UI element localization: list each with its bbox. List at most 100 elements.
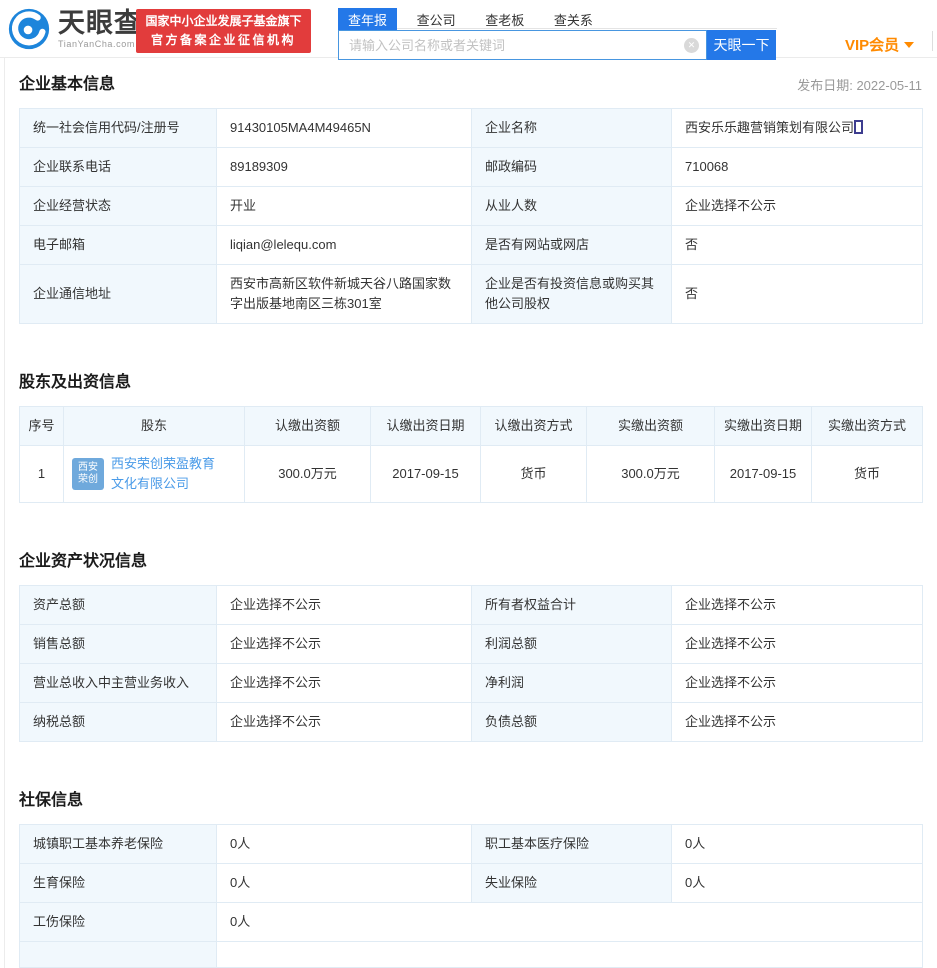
table-row: 生育保险 0人 失业保险 0人 [20,864,923,903]
field-value: 否 [672,265,923,324]
field-value: liqian@lelequ.com [217,226,472,265]
field-value: 企业选择不公示 [217,625,472,664]
publish-date: 发布日期: 2022-05-11 [797,75,922,94]
field-label: 利润总额 [472,625,672,664]
field-label: 是否有网站或网店 [472,226,672,265]
field-value: 企业选择不公示 [217,664,472,703]
tab-relation[interactable]: 查关系 [544,8,603,32]
shareholder-cell: 西安 荣创 西安荣创荣盈教育文化有限公司 [64,446,245,503]
company-name-value: 西安乐乐趣营销策划有限公司 [685,120,854,135]
tianyancha-logo[interactable]: 天眼查 TianYanCha.com [6,6,142,52]
column-header: 实缴出资额 [587,407,715,446]
field-value: 企业选择不公示 [672,703,923,742]
social-insurance-header: 社保信息 [19,786,922,810]
company-avatar: 西安 荣创 [72,458,104,490]
table-row: 工伤保险 0人 [20,903,923,942]
table-row-cutoff [20,942,923,968]
table-row: 纳税总额 企业选择不公示 负债总额 企业选择不公示 [20,703,923,742]
table-header-row: 序号 股东 认缴出资额 认缴出资日期 认缴出资方式 实缴出资额 实缴出资日期 实… [20,407,923,446]
field-value: 开业 [217,187,472,226]
field-label: 净利润 [472,664,672,703]
vip-member-link[interactable]: VIP会员 [845,34,914,55]
avatar-line2: 荣创 [78,474,98,486]
basic-info-header: 企业基本信息 发布日期: 2022-05-11 [19,70,922,94]
badge-line1: 国家中小企业发展子基金旗下 [136,11,311,31]
vip-label: VIP会员 [845,37,899,54]
field-label: 工伤保险 [20,903,217,942]
main-content: 企业基本信息 发布日期: 2022-05-11 统一社会信用代码/注册号 914… [4,58,937,968]
badge-line2: 官方备案企业征信机构 [136,31,311,50]
field-value: 否 [672,226,923,265]
logo-domain: TianYanCha.com [58,40,142,49]
field-value: 0人 [672,864,923,903]
shareholders-table: 序号 股东 认缴出资额 认缴出资日期 认缴出资方式 实缴出资额 实缴出资日期 实… [19,406,923,503]
text-cursor-artifact [854,120,863,134]
field-label: 城镇职工基本养老保险 [20,825,217,864]
tab-boss[interactable]: 查老板 [475,8,534,32]
field-value: 企业选择不公示 [672,664,923,703]
chevron-down-icon [904,42,914,48]
field-value: 0人 [217,825,472,864]
publish-date-value: 2022-05-11 [856,78,922,93]
column-header: 实缴出资方式 [812,407,923,446]
social-insurance-title: 社保信息 [19,786,83,810]
field-value: 企业选择不公示 [217,586,472,625]
table-row: 营业总收入中主营业务收入 企业选择不公示 净利润 企业选择不公示 [20,664,923,703]
clear-input-icon[interactable] [684,38,699,53]
column-header: 认缴出资额 [245,407,371,446]
field-value: 企业选择不公示 [672,586,923,625]
field-label: 电子邮箱 [20,226,217,265]
basic-info-table: 统一社会信用代码/注册号 91430105MA4M49465N 企业名称 西安乐… [19,108,923,324]
field-label: 纳税总额 [20,703,217,742]
table-row: 销售总额 企业选择不公示 利润总额 企业选择不公示 [20,625,923,664]
subscribed-amount: 300.0万元 [245,446,371,503]
field-value: 西安乐乐趣营销策划有限公司 [672,109,923,148]
field-value: 91430105MA4M49465N [217,109,472,148]
search-button[interactable]: 天眼一下 [707,30,776,60]
shareholders-title: 股东及出资信息 [19,368,131,392]
logo-name: 天眼查 [58,10,142,37]
column-header: 实缴出资日期 [715,407,812,446]
search-area: 查年报 查公司 查老板 查关系 天眼一下 [338,8,777,60]
field-label: 企业是否有投资信息或购买其他公司股权 [472,265,672,324]
field-label: 所有者权益合计 [472,586,672,625]
field-label: 企业经营状态 [20,187,217,226]
table-row: 统一社会信用代码/注册号 91430105MA4M49465N 企业名称 西安乐… [20,109,923,148]
field-label: 销售总额 [20,625,217,664]
field-value: 0人 [217,864,472,903]
search-tabs: 查年报 查公司 查老板 查关系 [338,8,777,29]
table-row: 资产总额 企业选择不公示 所有者权益合计 企业选择不公示 [20,586,923,625]
field-label: 负债总额 [472,703,672,742]
avatar-line1: 西安 [78,462,98,474]
top-header: 天眼查 TianYanCha.com 国家中小企业发展子基金旗下 官方备案企业征… [0,0,937,58]
table-row: 电子邮箱 liqian@lelequ.com 是否有网站或网店 否 [20,226,923,265]
field-label: 营业总收入中主营业务收入 [20,664,217,703]
certification-badge: 国家中小企业发展子基金旗下 官方备案企业征信机构 [136,9,311,53]
paid-date: 2017-09-15 [715,446,812,503]
search-input[interactable] [338,30,707,60]
tab-annual-report[interactable]: 查年报 [338,8,397,32]
field-value: 89189309 [217,148,472,187]
basic-info-title: 企业基本信息 [19,70,115,94]
field-value: 西安市高新区软件新城天谷八路国家数字出版基地南区三栋301室 [217,265,472,324]
field-label: 生育保险 [20,864,217,903]
field-label: 资产总额 [20,586,217,625]
table-row: 城镇职工基本养老保险 0人 职工基本医疗保险 0人 [20,825,923,864]
field-label: 企业名称 [472,109,672,148]
assets-header: 企业资产状况信息 [19,547,922,571]
row-index: 1 [20,446,64,503]
table-row: 企业通信地址 西安市高新区软件新城天谷八路国家数字出版基地南区三栋301室 企业… [20,265,923,324]
header-divider [932,31,933,51]
shareholder-company-link[interactable]: 西安荣创荣盈教育文化有限公司 [111,454,225,494]
logo-text: 天眼查 TianYanCha.com [58,10,142,49]
field-value: 企业选择不公示 [672,187,923,226]
field-label: 邮政编码 [472,148,672,187]
publish-date-label: 发布日期: [797,78,853,93]
table-row: 1 西安 荣创 西安荣创荣盈教育文化有限公司 300.0万元 2017-09-1… [20,446,923,503]
field-label: 企业联系电话 [20,148,217,187]
tab-company[interactable]: 查公司 [407,8,466,32]
paid-method: 货币 [812,446,923,503]
field-value: 企业选择不公示 [672,625,923,664]
field-value: 企业选择不公示 [217,703,472,742]
field-label: 职工基本医疗保险 [472,825,672,864]
